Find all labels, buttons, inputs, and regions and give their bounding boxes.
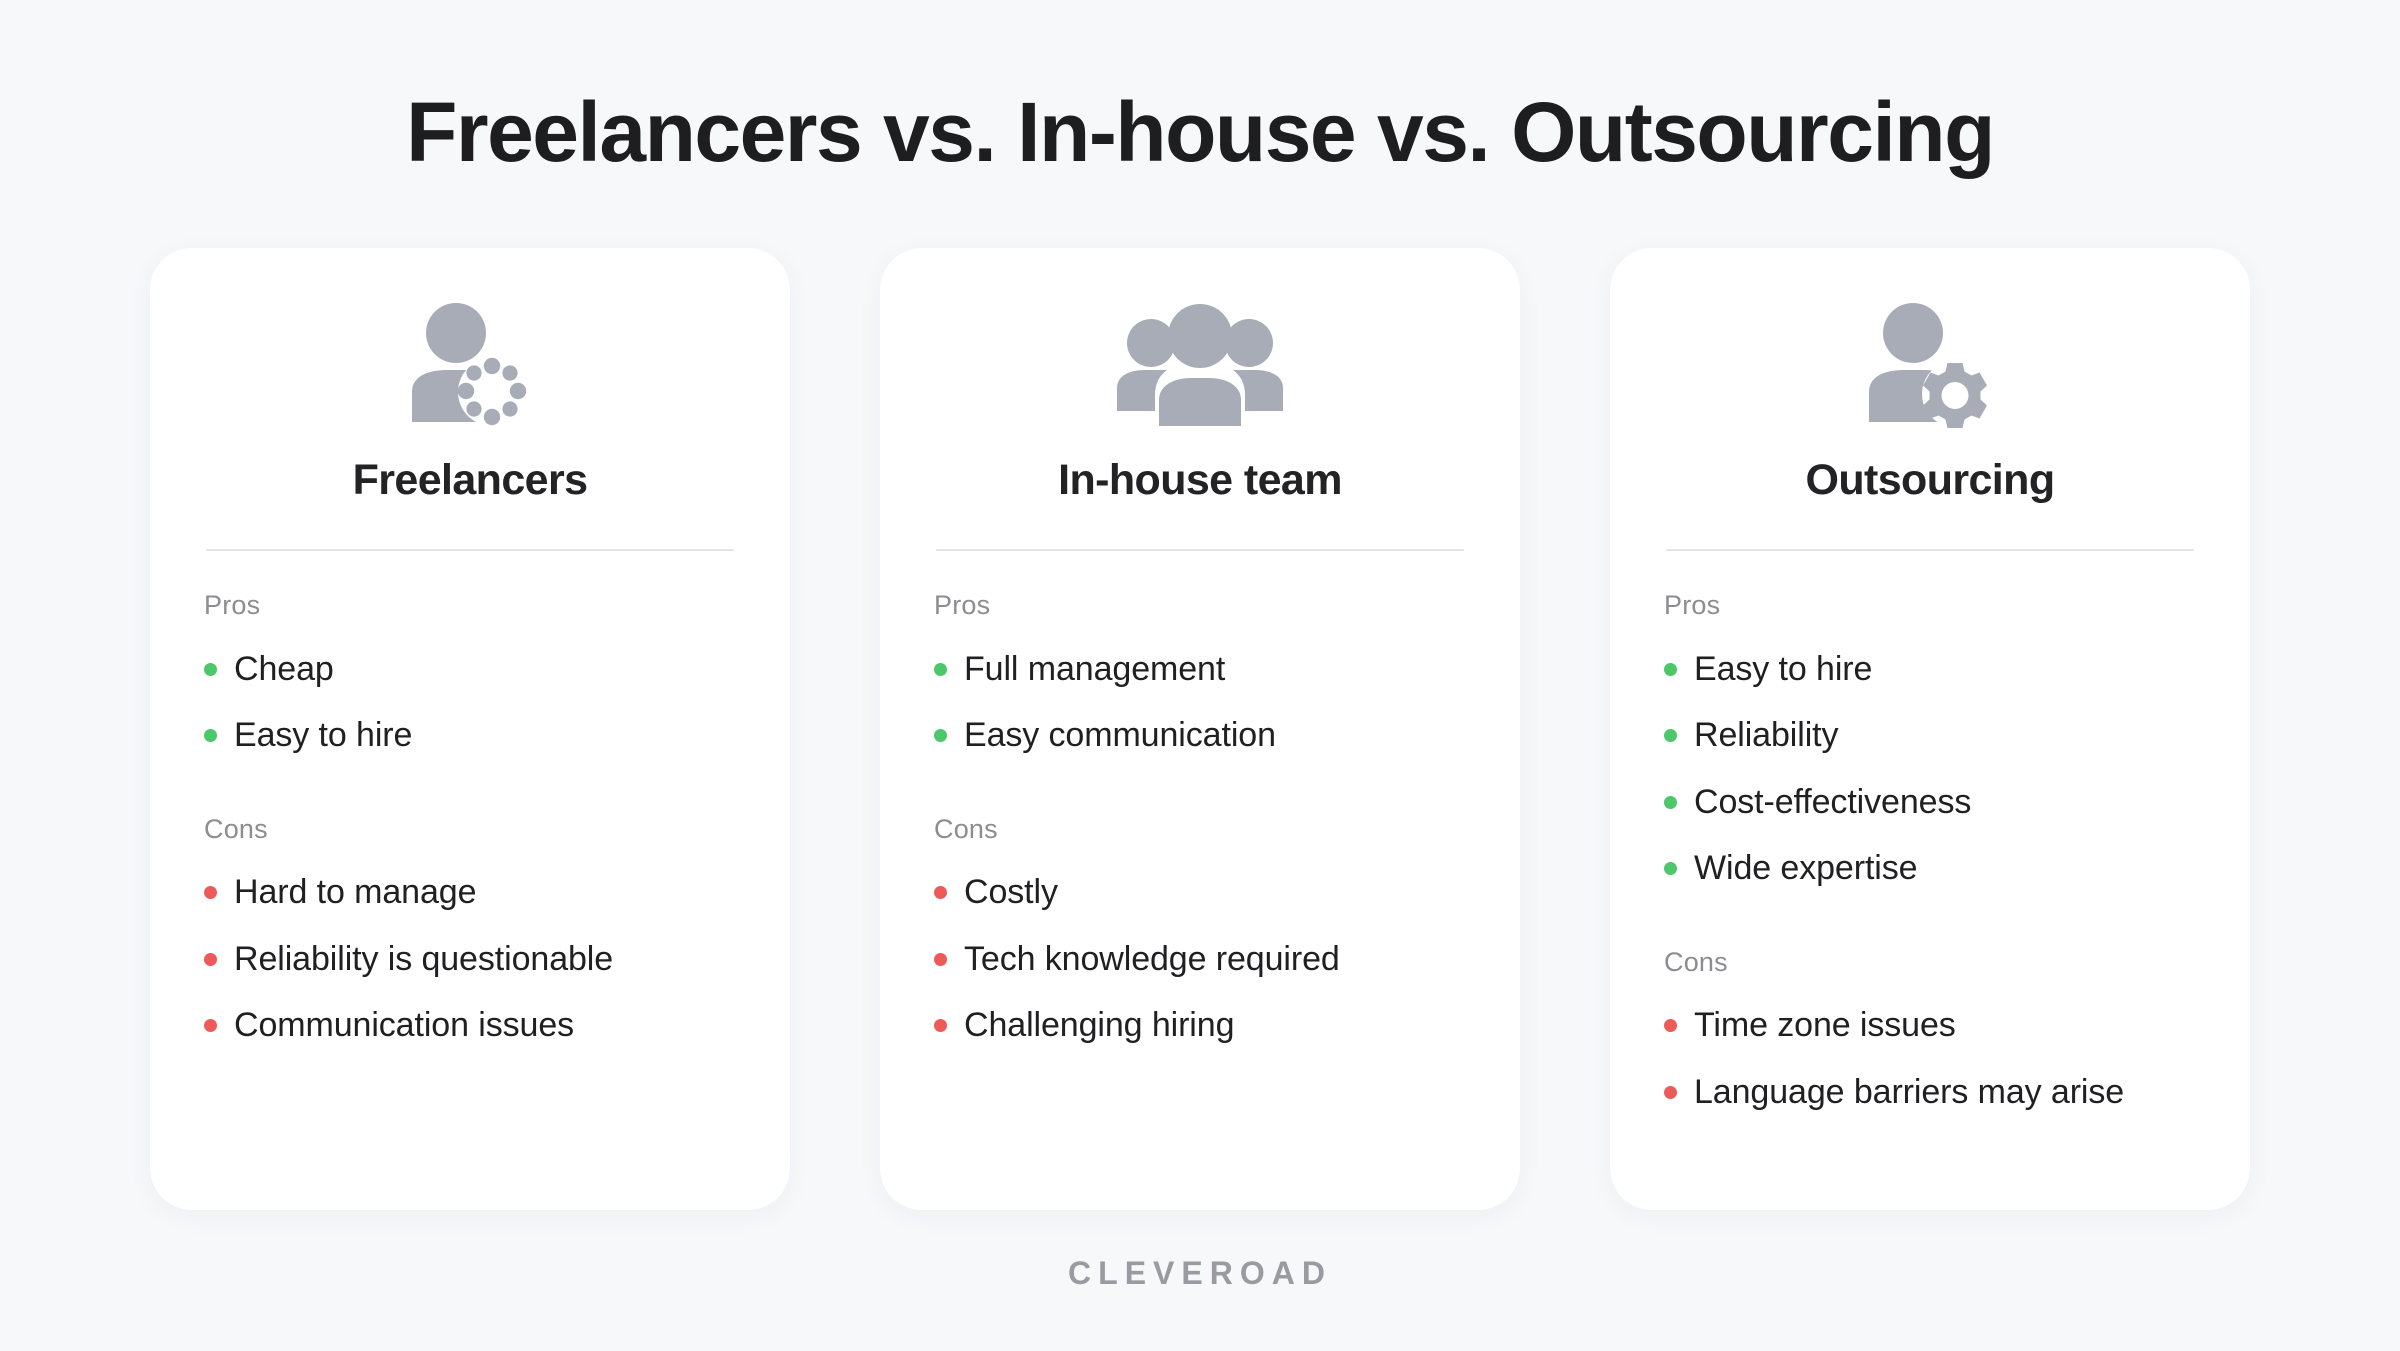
list-item-label: Challenging hiring — [964, 1006, 1235, 1045]
list-item-label: Cost-effectiveness — [1694, 782, 1972, 821]
con-bullet-icon — [934, 886, 947, 900]
list-item-label: Full management — [964, 649, 1226, 688]
list-item: Costly — [934, 859, 1466, 926]
pro-bullet-icon — [204, 729, 217, 743]
pro-bullet-icon — [1664, 729, 1677, 743]
page-title: Freelancers vs. In-house vs. Outsourcing — [406, 85, 1995, 179]
pro-bullet-icon — [1664, 862, 1677, 876]
card-heading-in-house-team: In-house team — [1058, 456, 1342, 504]
pros-list: Full management Easy communication — [934, 636, 1466, 769]
card-heading-outsourcing: Outsourcing — [1805, 456, 2055, 504]
cons-label: Cons — [934, 813, 998, 844]
person-gear-icon — [1664, 300, 2196, 430]
cons-list: Costly Tech knowledge required Challengi… — [934, 859, 1466, 1059]
con-bullet-icon — [934, 1019, 947, 1033]
pro-bullet-icon — [1664, 662, 1677, 676]
card-heading-freelancers: Freelancers — [352, 456, 588, 504]
cons-section: Cons Hard to manage Reliability is quest… — [204, 813, 736, 1059]
list-item-label: Wide expertise — [1694, 849, 1918, 888]
list-item-label: Hard to manage — [234, 873, 477, 912]
cons-list: Hard to manage Reliability is questionab… — [204, 859, 736, 1059]
con-bullet-icon — [204, 1019, 217, 1033]
list-item: Cost-effectiveness — [1664, 769, 2196, 836]
cons-section: Cons Time zone issues Language barriers … — [1664, 946, 2196, 1125]
list-item: Reliability is questionable — [204, 926, 736, 993]
list-item-label: Time zone issues — [1694, 1006, 1956, 1045]
list-item: Cheap — [204, 636, 736, 703]
pros-section: Pros Full management Easy communication — [934, 589, 1466, 768]
list-item: Reliability — [1664, 702, 2196, 769]
list-item-label: Costly — [964, 873, 1058, 912]
list-item-label: Reliability is questionable — [234, 939, 614, 978]
list-item-label: Cheap — [234, 649, 334, 688]
pros-label: Pros — [934, 590, 991, 621]
cons-label: Cons — [204, 813, 268, 844]
cons-label: Cons — [1664, 946, 1728, 977]
pro-bullet-icon — [204, 662, 217, 676]
list-item: Full management — [934, 636, 1466, 703]
list-item-label: Reliability — [1694, 716, 1839, 755]
con-bullet-icon — [1664, 1019, 1677, 1033]
people-group-icon — [934, 300, 1466, 430]
pros-label: Pros — [1664, 590, 1721, 621]
list-item: Easy communication — [934, 702, 1466, 769]
cleveroad-logo: CLEVEROAD — [1068, 1255, 1332, 1291]
card-divider — [1666, 549, 2194, 552]
pros-list: Easy to hire Reliability Cost-effectiven… — [1664, 636, 2196, 902]
list-item-label: Communication issues — [234, 1006, 575, 1045]
list-item-label: Easy to hire — [234, 716, 413, 755]
card-divider — [936, 549, 1464, 552]
cons-list: Time zone issues Language barriers may a… — [1664, 992, 2196, 1125]
con-bullet-icon — [934, 952, 947, 966]
comparison-card-outsourcing: Outsourcing Pros Easy to hire Reliabilit… — [1610, 248, 2250, 1210]
pros-label: Pros — [204, 590, 261, 621]
list-item: Language barriers may arise — [1664, 1059, 2196, 1126]
list-item: Easy to hire — [204, 702, 736, 769]
con-bullet-icon — [1664, 1085, 1677, 1099]
pros-section: Pros Cheap Easy to hire — [204, 589, 736, 768]
pro-bullet-icon — [934, 662, 947, 676]
person-spinner-icon — [204, 300, 736, 430]
cons-section: Cons Costly Tech knowledge required Chal… — [934, 813, 1466, 1059]
comparison-cards-row: Freelancers Pros Cheap Easy to hire Cons — [150, 248, 2250, 1210]
list-item: Time zone issues — [1664, 992, 2196, 1059]
list-item: Easy to hire — [1664, 636, 2196, 703]
list-item-label: Language barriers may arise — [1694, 1072, 2125, 1111]
list-item-label: Tech knowledge required — [964, 939, 1340, 978]
list-item: Hard to manage — [204, 859, 736, 926]
comparison-card-freelancers: Freelancers Pros Cheap Easy to hire Cons — [150, 248, 790, 1210]
list-item-label: Easy to hire — [1694, 649, 1873, 688]
list-item: Challenging hiring — [934, 992, 1466, 1059]
card-divider — [206, 549, 734, 552]
list-item: Wide expertise — [1664, 835, 2196, 902]
list-item: Communication issues — [204, 992, 736, 1059]
con-bullet-icon — [204, 886, 217, 900]
pros-list: Cheap Easy to hire — [204, 636, 736, 769]
infographic-canvas: Freelancers vs. In-house vs. Outsourcing — [0, 0, 2400, 1351]
list-item: Tech knowledge required — [934, 926, 1466, 993]
pro-bullet-icon — [934, 729, 947, 743]
con-bullet-icon — [204, 952, 217, 966]
pro-bullet-icon — [1664, 795, 1677, 809]
pros-section: Pros Easy to hire Reliability Cost-effec… — [1664, 589, 2196, 901]
comparison-card-in-house-team: In-house team Pros Full management Easy … — [880, 248, 1520, 1210]
list-item-label: Easy communication — [964, 716, 1276, 755]
